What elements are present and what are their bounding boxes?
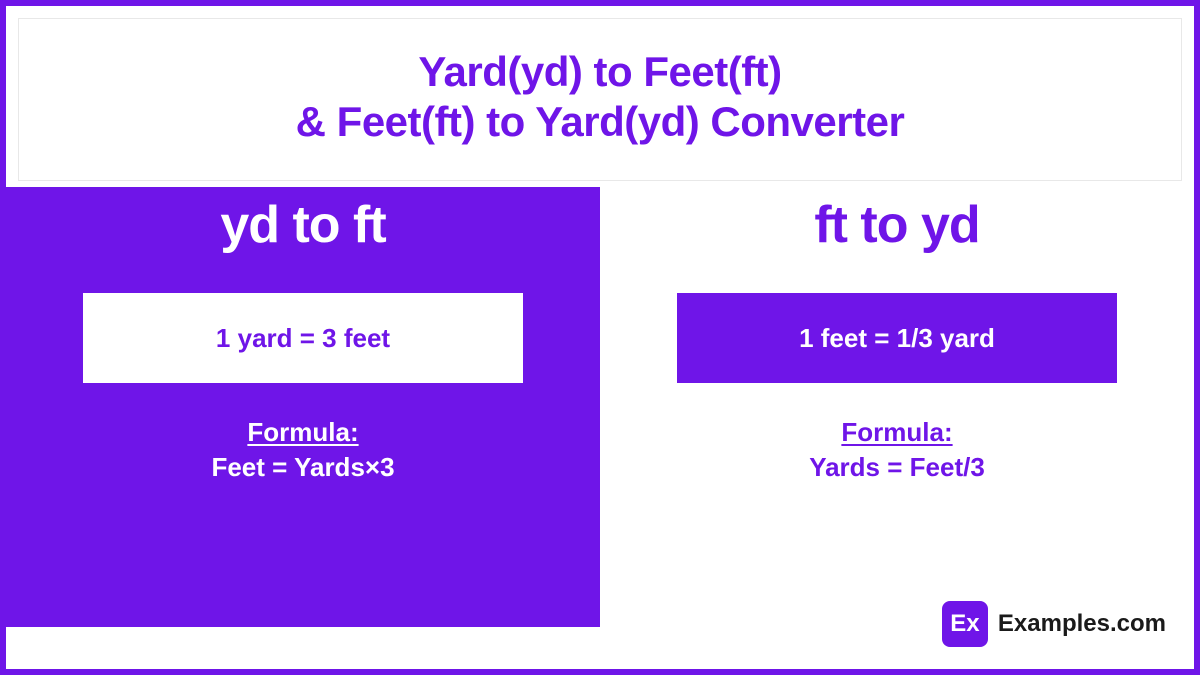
panel-ft-to-yd: ft to yd 1 feet = 1/3 yard Formula: Yard… [600,187,1194,627]
formula-label-right: Formula: [841,417,952,448]
formula-text-left: Feet = Yards×3 [211,452,394,483]
page-title: Yard(yd) to Feet(ft) & Feet(ft) to Yard(… [39,47,1161,146]
brand-name: Examples.com [998,610,1166,638]
panel-left-title: yd to ft [220,195,385,255]
formula-label-left: Formula: [247,417,358,448]
title-line-2: & Feet(ft) to Yard(yd) Converter [296,98,905,145]
equation-ft-to-yd: 1 feet = 1/3 yard [677,293,1117,383]
panels-container: yd to ft 1 yard = 3 feet Formula: Feet =… [6,187,1194,627]
brand-footer: Ex Examples.com [942,601,1166,647]
header-box: Yard(yd) to Feet(ft) & Feet(ft) to Yard(… [18,18,1182,181]
title-line-1: Yard(yd) to Feet(ft) [418,48,781,95]
brand-icon: Ex [942,601,988,647]
equation-yd-to-ft: 1 yard = 3 feet [83,293,523,383]
panel-right-title: ft to yd [814,195,979,255]
formula-text-right: Yards = Feet/3 [809,452,985,483]
panel-yd-to-ft: yd to ft 1 yard = 3 feet Formula: Feet =… [6,187,600,627]
